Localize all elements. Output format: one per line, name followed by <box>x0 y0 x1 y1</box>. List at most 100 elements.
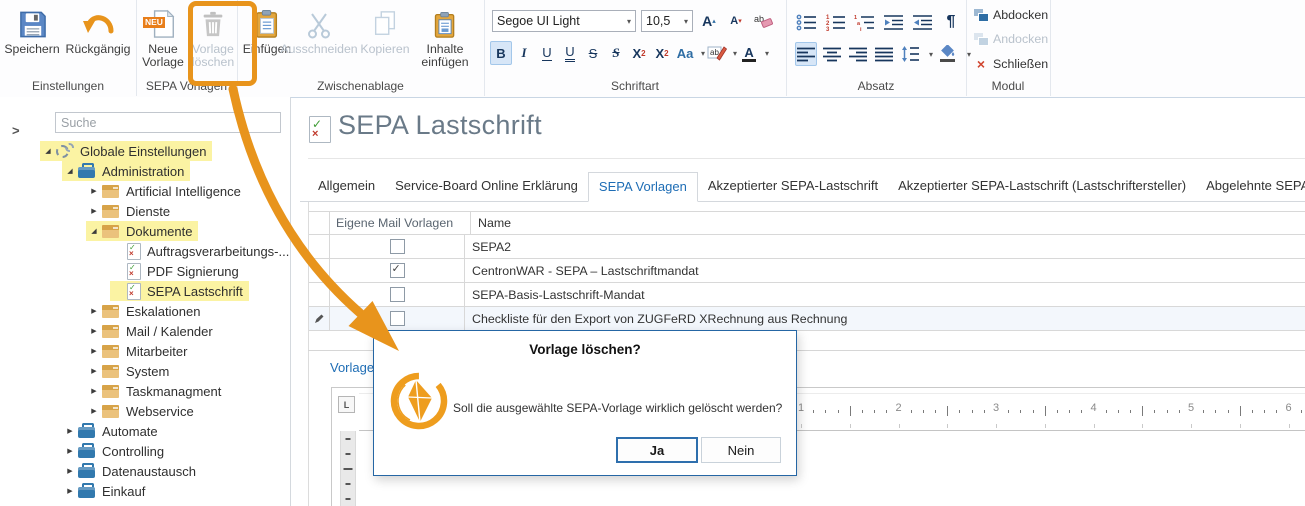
multilevel-list-button[interactable]: 1ai <box>853 10 876 34</box>
italic-button[interactable]: I <box>513 41 535 65</box>
expanded-expander-icon[interactable]: ◢ <box>62 167 78 175</box>
checkbox-unchecked[interactable] <box>390 311 405 326</box>
change-case-button[interactable]: Aa <box>674 41 696 65</box>
chevron-down-icon[interactable]: ▾ <box>765 49 769 58</box>
collapsed-expander-icon[interactable]: ▶ <box>62 487 78 495</box>
template-name-cell[interactable]: Checkliste für den Export von ZUGFeRD XR… <box>465 312 1305 326</box>
numbered-list-button[interactable]: 123 <box>824 10 847 34</box>
template-name-cell[interactable]: CentronWAR - SEPA – Lastschriftmandat <box>465 264 1305 278</box>
template-name-cell[interactable]: SEPA2 <box>465 240 1305 254</box>
tree-item-pdf-signierung[interactable]: ×PDF Signierung <box>110 261 245 281</box>
line-spacing-button[interactable] <box>899 42 921 66</box>
font-name-select[interactable]: Segoe UI Light▾ <box>492 10 636 32</box>
grow-font-button[interactable]: A▴ <box>698 9 720 33</box>
collapsed-expander-icon[interactable]: ▶ <box>86 187 102 195</box>
align-left-button[interactable] <box>795 42 817 66</box>
tab-akzeptierter-sepa-lastschrift[interactable]: Akzeptierter SEPA-Lastschrift <box>698 172 888 201</box>
tree-item-mail-kalender[interactable]: ▶Mail / Kalender <box>86 321 219 341</box>
tree-item-dokumente[interactable]: ◢Dokumente <box>86 221 198 241</box>
pilcrow-button[interactable]: ¶ <box>940 10 962 34</box>
tree-item-eskalationen[interactable]: ▶Eskalationen <box>86 301 206 321</box>
tree-item-administration[interactable]: ◢Administration <box>62 161 190 181</box>
collapsed-expander-icon[interactable]: ▶ <box>86 207 102 215</box>
tab-service-board-online-erklärung[interactable]: Service-Board Online Erklärung <box>385 172 588 201</box>
tree-item-system[interactable]: ▶System <box>86 361 175 381</box>
tree-item-automate[interactable]: ▶Automate <box>62 421 164 441</box>
template-name-cell[interactable]: SEPA-Basis-Lastschrift-Mandat <box>465 288 1305 302</box>
dock-button[interactable]: Andocken <box>974 32 1048 46</box>
shrink-font-button[interactable]: A▾ <box>725 9 747 33</box>
chevron-down-icon[interactable]: ▾ <box>701 49 705 58</box>
collapsed-expander-icon[interactable]: ▶ <box>62 467 78 475</box>
collapsed-expander-icon[interactable]: ▶ <box>86 407 102 415</box>
collapsed-expander-icon[interactable]: ▶ <box>86 327 102 335</box>
shading-button[interactable] <box>937 42 959 66</box>
align-right-button[interactable] <box>847 42 869 66</box>
tree-item-einkauf[interactable]: ▶Einkauf <box>62 481 151 501</box>
collapsed-expander-icon[interactable]: ▶ <box>86 307 102 315</box>
cut-button[interactable]: Ausschneiden <box>281 4 357 56</box>
close-module-button[interactable]: × Schließen <box>974 56 1048 72</box>
template-section-label[interactable]: Vorlage <box>330 360 374 375</box>
decrease-indent-button[interactable] <box>882 10 905 34</box>
tree-item-sepa-lastschrift[interactable]: ×SEPA Lastschrift <box>110 281 249 301</box>
tree-item-datenaustausch[interactable]: ▶Datenaustausch <box>62 461 202 481</box>
grid-column-header-name[interactable]: Name <box>471 216 1305 230</box>
double-underline-button[interactable]: U <box>559 41 581 65</box>
bullet-list-button[interactable] <box>795 10 818 34</box>
vertical-ruler[interactable] <box>340 431 356 506</box>
increase-indent-button[interactable] <box>911 10 934 34</box>
undock-button[interactable]: Abdocken <box>974 8 1048 22</box>
grid-column-header-eigene-mail-vorlagen[interactable]: Eigene Mail Vorlagen <box>330 212 471 234</box>
subscript-button[interactable]: X2 <box>651 41 673 65</box>
tree-item-controlling[interactable]: ▶Controlling <box>62 441 170 461</box>
table-row-checkliste-für-den-export-von-zugferd-xrechnung-aus-rechnung[interactable]: Checkliste für den Export von ZUGFeRD XR… <box>309 307 1305 331</box>
checkbox-checked[interactable] <box>390 263 405 278</box>
yes-button[interactable]: Ja <box>616 437 698 463</box>
collapsed-expander-icon[interactable]: ▶ <box>86 367 102 375</box>
checkbox-unchecked[interactable] <box>390 287 405 302</box>
double-strikethrough-button[interactable]: S <box>605 41 627 65</box>
copy-button[interactable]: Kopieren <box>357 4 413 56</box>
search-input[interactable] <box>55 112 281 133</box>
table-row-sepa2[interactable]: SEPA2 <box>309 235 1305 259</box>
chevron-down-icon[interactable]: ▾ <box>733 49 737 58</box>
table-row-sepa-basis-lastschrift-mandat[interactable]: SEPA-Basis-Lastschrift-Mandat <box>309 283 1305 307</box>
collapsed-expander-icon[interactable]: ▶ <box>62 447 78 455</box>
tab-abgelehnte-sepa-lastschrift[interactable]: Abgelehnte SEPA-Lastschrift <box>1196 172 1305 201</box>
collapsed-expander-icon[interactable]: ▶ <box>86 347 102 355</box>
font-color-button[interactable]: A <box>738 41 760 65</box>
tree-item-mitarbeiter[interactable]: ▶Mitarbeiter <box>86 341 193 361</box>
checkbox-unchecked[interactable] <box>390 239 405 254</box>
tree-item-taskmanagment[interactable]: ▶Taskmanagment <box>86 381 227 401</box>
tab-sepa-vorlagen[interactable]: SEPA Vorlagen <box>588 172 698 202</box>
font-size-select[interactable]: 10,5▾ <box>641 10 693 32</box>
strikethrough-button[interactable]: S <box>582 41 604 65</box>
tree-item-artificial-intelligence[interactable]: ▶Artificial Intelligence <box>86 181 247 201</box>
clear-formatting-button[interactable]: ab <box>752 9 774 33</box>
expanded-expander-icon[interactable]: ◢ <box>86 227 102 235</box>
underline-button[interactable]: U <box>536 41 558 65</box>
tab-stop-selector[interactable]: L <box>338 396 355 413</box>
no-button[interactable]: Nein <box>701 437 781 463</box>
tree-item-dienste[interactable]: ▶Dienste <box>86 201 176 221</box>
bold-button[interactable]: B <box>490 41 512 65</box>
chevron-right-icon[interactable]: > <box>12 123 20 138</box>
align-center-button[interactable] <box>821 42 843 66</box>
tree-item-auftragsverarbeitungs[interactable]: ×Auftragsverarbeitungs-... <box>110 241 290 261</box>
undo-button[interactable]: Rückgängig <box>62 4 134 56</box>
chevron-down-icon[interactable]: ▾ <box>929 50 933 59</box>
expanded-expander-icon[interactable]: ◢ <box>40 147 56 155</box>
tree-item-webservice[interactable]: ▶Webservice <box>86 401 200 421</box>
superscript-button[interactable]: X2 <box>628 41 650 65</box>
collapsed-expander-icon[interactable]: ▶ <box>86 387 102 395</box>
text-highlight-button[interactable]: ab <box>706 41 728 65</box>
table-row-centronwar-sepa-lastschriftmandat[interactable]: CentronWAR - SEPA – Lastschriftmandat <box>309 259 1305 283</box>
paste-special-button[interactable]: Inhalte einfügen <box>415 4 475 69</box>
new-template-button[interactable]: NEU Neue Vorlage <box>138 4 188 69</box>
tree-item-globale-einstellungen[interactable]: ◢Globale Einstellungen <box>40 141 212 161</box>
save-button[interactable]: Speichern <box>2 4 62 56</box>
tab-allgemein[interactable]: Allgemein <box>308 172 385 201</box>
collapsed-expander-icon[interactable]: ▶ <box>62 427 78 435</box>
justify-button[interactable] <box>873 42 895 66</box>
